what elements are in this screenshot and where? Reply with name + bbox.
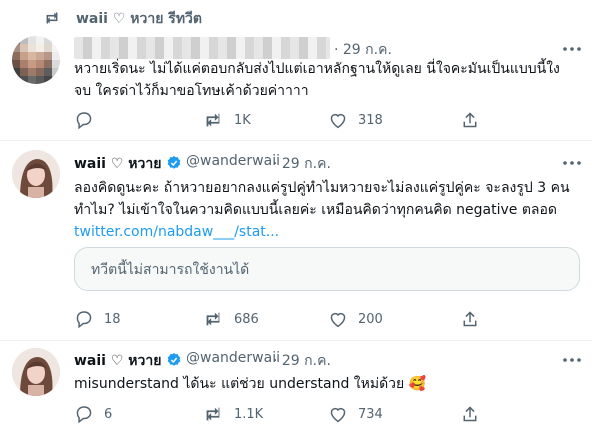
share-button[interactable]	[460, 403, 480, 425]
tweet-actions: 18 686 200	[74, 308, 574, 330]
tweet-text-line: หวายเริ่ดนะ ไม่ได้แค่ตอบกลับส่งไปแต่เอาห…	[74, 61, 560, 77]
tweet-3[interactable]: waii ♡ หวาย @wanderwaii · 29 ก.ค. misund…	[0, 340, 592, 433]
share-icon	[463, 406, 477, 422]
retweet-button[interactable]: 686	[202, 308, 259, 330]
handle[interactable]: @wanderwaii	[186, 350, 280, 366]
heart-icon	[330, 407, 346, 423]
retweet-count: 686	[234, 311, 259, 327]
reply-icon	[76, 406, 92, 423]
like-count: 200	[358, 311, 383, 327]
retweet-header: waii ♡ หวาย รีทวีต	[0, 0, 592, 30]
tweet-text-line: ทำไม? ไม่เข้าใจในความคิดแบบนี้เลยค่ะ เหม…	[74, 202, 558, 218]
retweet-count: 1.1K	[234, 406, 264, 422]
tweet-actions: 1K 318	[74, 109, 574, 131]
reply-button[interactable]: 18	[74, 308, 121, 330]
share-icon	[463, 311, 477, 327]
like-button[interactable]: 318	[328, 109, 383, 131]
quoted-tweet-unavailable-text: ทวีตนี้ไม่สามารถใช้งานได้	[91, 262, 250, 278]
reply-count: 18	[104, 311, 121, 327]
retweet-count: 1K	[234, 112, 251, 128]
tweet-link[interactable]: twitter.com/nabdaw___/stat...	[74, 221, 584, 243]
reply-button[interactable]: 6	[74, 403, 112, 425]
reply-icon	[76, 311, 92, 328]
more-icon[interactable]	[560, 43, 584, 55]
tweet-text-line: misunderstand ได้นะ แต่ช่วย understand ใ…	[74, 376, 427, 392]
retweet-button[interactable]: 1.1K	[202, 403, 263, 425]
retweet-button[interactable]: 1K	[202, 109, 251, 131]
profile-photo	[12, 150, 60, 198]
retweet-icon	[206, 113, 220, 127]
like-count: 734	[358, 406, 383, 422]
tweet-1[interactable]: · 29 ก.ค. หวายเริ่ดนะ ไม่ได้แค่ตอบกลับส่…	[0, 30, 592, 141]
heart-icon	[330, 113, 346, 129]
like-button[interactable]: 200	[328, 308, 383, 330]
retweet-icon	[206, 407, 220, 421]
like-button[interactable]: 734	[328, 403, 383, 425]
display-name[interactable]: waii ♡ หวาย	[74, 153, 182, 175]
more-icon[interactable]	[560, 157, 584, 169]
retweet-header-text[interactable]: waii ♡ หวาย รีทวีต	[76, 8, 202, 30]
more-icon[interactable]	[560, 354, 584, 366]
tweet-date[interactable]: · 29 ก.ค.	[273, 153, 331, 175]
share-icon	[463, 112, 477, 128]
avatar[interactable]	[12, 36, 60, 84]
tweet-2[interactable]: waii ♡ หวาย @wanderwaii · 29 ก.ค. ลองคิด…	[0, 140, 592, 341]
display-name[interactable]: waii ♡ หวาย	[74, 350, 182, 372]
tweet-text-line: ลองคิดดูนะคะ ถ้าหวายอยากลงแค่รูปคู่ทำไมห…	[74, 180, 570, 196]
tweet-text: หวายเริ่ดนะ ไม่ได้แค่ตอบกลับส่งไปแต่เอาห…	[74, 58, 584, 102]
reply-count: 6	[104, 406, 113, 422]
display-name-text: waii ♡ หวาย	[74, 156, 162, 172]
tweet-date[interactable]: · 29 ก.ค.	[273, 350, 331, 372]
quoted-tweet-unavailable: ทวีตนี้ไม่สามารถใช้งานได้	[74, 247, 580, 291]
heart-icon	[330, 312, 346, 328]
tweet-actions: 6 1.1K 734	[74, 403, 574, 425]
retweet-icon	[206, 312, 220, 326]
tweet-text: ลองคิดดูนะคะ ถ้าหวายอยากลงแค่รูปคู่ทำไมห…	[74, 177, 584, 243]
tweet-text: misunderstand ได้นะ แต่ช่วย understand ใ…	[74, 373, 584, 395]
tweet-text-line: จบ ใครด่าไว้ก็มาขอโทษเค้าด้วยค่าาาา	[74, 83, 309, 99]
like-count: 318	[358, 112, 383, 128]
redacted-name	[74, 37, 330, 59]
avatar[interactable]	[12, 150, 60, 198]
share-button[interactable]	[460, 308, 480, 330]
reply-button[interactable]	[74, 109, 104, 131]
handle[interactable]: @wanderwaii	[186, 153, 280, 169]
share-button[interactable]	[460, 109, 480, 131]
profile-photo	[12, 348, 60, 396]
verified-badge-icon	[167, 156, 181, 169]
avatar[interactable]	[12, 348, 60, 396]
verified-badge-icon	[167, 353, 181, 366]
retweet-icon	[46, 12, 58, 24]
reply-icon	[76, 112, 92, 129]
display-name-text: waii ♡ หวาย	[74, 353, 162, 369]
